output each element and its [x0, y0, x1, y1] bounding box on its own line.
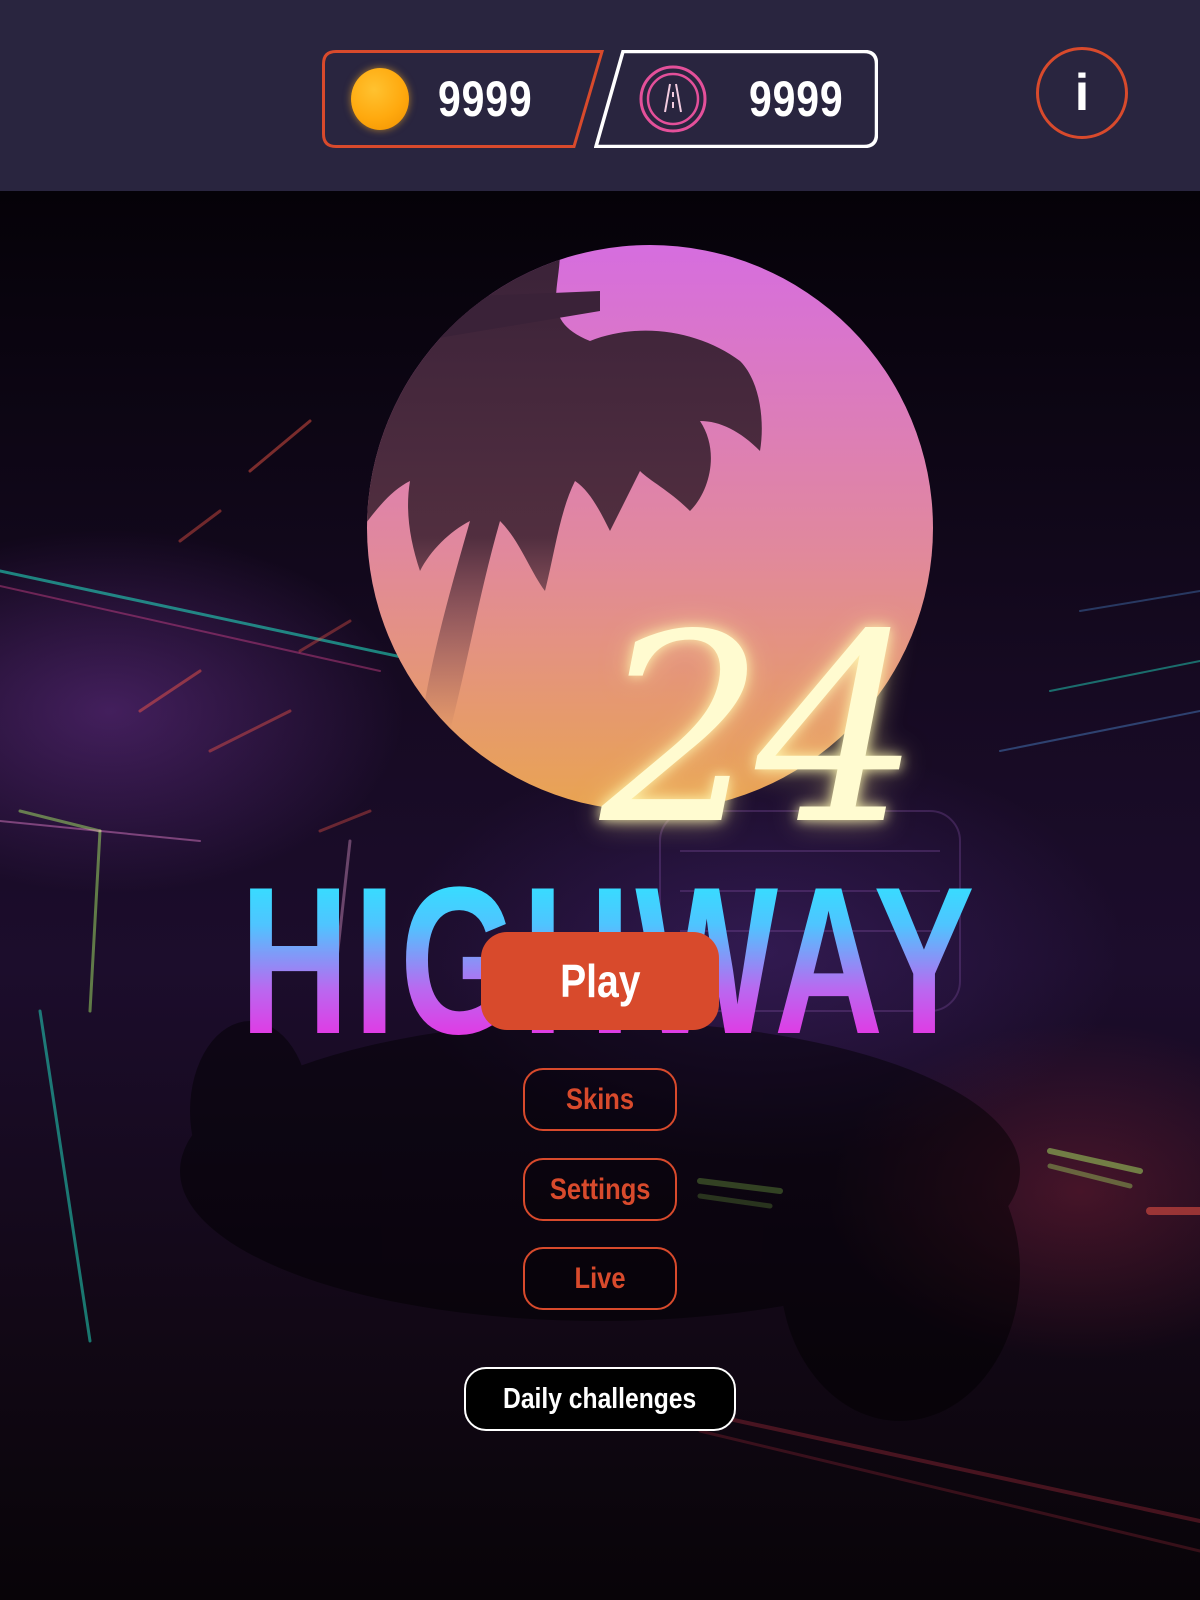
game-number-24: 24 [600, 580, 921, 882]
live-button[interactable]: Live [523, 1247, 677, 1310]
top-bar: 9999 9999 i [0, 0, 1200, 191]
play-button[interactable]: Play [481, 932, 719, 1030]
settings-button[interactable]: Settings [523, 1158, 677, 1221]
coin-counter: 9999 [322, 50, 605, 148]
coin-count: 9999 [438, 71, 533, 127]
road-token-counter: 9999 [594, 50, 878, 148]
live-button-label: Live [574, 1262, 626, 1295]
daily-challenges-button[interactable]: Daily challenges [464, 1367, 736, 1431]
road-token-count: 9999 [749, 71, 844, 127]
daily-challenges-label: Daily challenges [503, 1383, 697, 1415]
road-icon [639, 65, 707, 133]
info-button[interactable]: i [1036, 47, 1128, 139]
main-menu-scene: 24 HIGHWAY Play Skins Settings Live Dail… [0, 191, 1200, 1600]
skins-button[interactable]: Skins [523, 1068, 677, 1131]
coin-icon [351, 68, 409, 130]
play-button-label: Play [559, 955, 641, 1007]
settings-button-label: Settings [549, 1173, 651, 1206]
skins-button-label: Skins [565, 1083, 635, 1116]
